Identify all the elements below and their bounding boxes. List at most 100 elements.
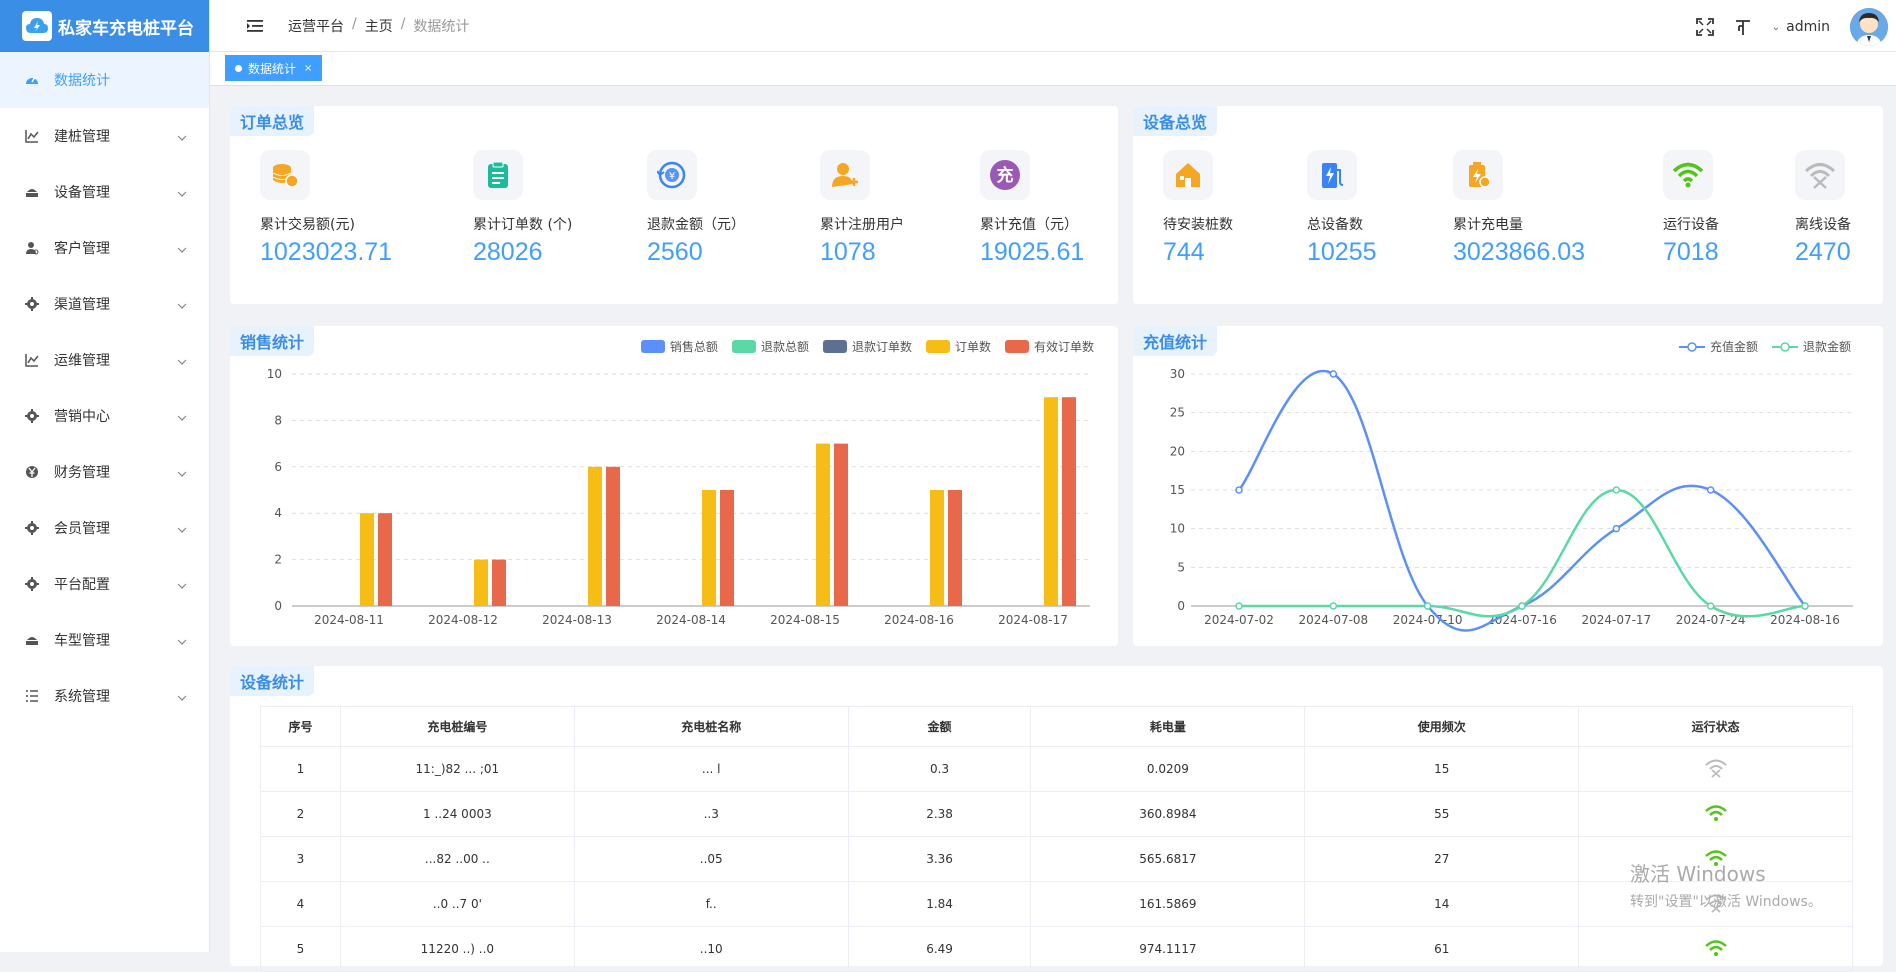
- sidebar-item-label: 车型管理: [54, 633, 110, 649]
- point-1-5[interactable]: [1706, 602, 1715, 610]
- table-row[interactable]: 4 ..0 ..7 0' f.. 1.84 161.5869 14: [260, 881, 1853, 927]
- sidebar-item-label: 系统管理: [54, 689, 110, 705]
- sidebar-item[interactable]: 建桩管理: [0, 108, 209, 164]
- point-0-0[interactable]: [1235, 486, 1243, 494]
- bar-3-5[interactable]: [930, 490, 944, 606]
- cell-amount: 2.38: [847, 791, 1032, 837]
- point-1-1[interactable]: [1329, 602, 1338, 610]
- bar-4-5[interactable]: [948, 490, 962, 606]
- y-tick-label: 0: [274, 599, 282, 613]
- bar-3-0[interactable]: [360, 513, 374, 606]
- x-tick-label: 2024-07-08: [1298, 613, 1368, 627]
- breadcrumb-item[interactable]: 主页: [365, 16, 393, 36]
- point-0-4[interactable]: [1612, 524, 1621, 533]
- breadcrumb-item[interactable]: 运营平台: [288, 16, 344, 36]
- stat-item: 待安装桩数 744: [1163, 150, 1233, 267]
- user-menu[interactable]: ⌄ admin: [1772, 19, 1830, 35]
- x-tick-label: 2024-08-15: [770, 613, 840, 627]
- sidebar-item[interactable]: 运维管理: [0, 332, 209, 388]
- bar-4-4[interactable]: [834, 443, 848, 606]
- bar-4-3[interactable]: [720, 490, 734, 606]
- cell-index: 2: [260, 791, 341, 837]
- tab-dashboard[interactable]: 数据统计 ×: [225, 55, 323, 81]
- y-tick-label: 10: [267, 367, 282, 381]
- clipboard-icon: [473, 150, 523, 200]
- stat-label: 总设备数: [1307, 217, 1363, 233]
- chevron-down-icon: [177, 465, 187, 481]
- user-add-icon: [820, 150, 870, 200]
- bar-3-4[interactable]: [816, 443, 830, 606]
- refund-icon: ¥: [647, 150, 697, 200]
- recharge-chart-card: 充值统计 充值金额 退款金额 0 5 10 15 20 25 30 2024-07-02 2024…: [1133, 326, 1883, 646]
- column-header: 序号: [260, 706, 341, 747]
- cell-code: 1 ..24 0003: [339, 791, 575, 837]
- y-tick-label: 30: [1170, 367, 1185, 381]
- y-tick-label: 0: [1177, 599, 1185, 613]
- sidebar-item[interactable]: 渠道管理: [0, 276, 209, 332]
- sidebar-item-label: 渠道管理: [54, 297, 110, 313]
- bar-3-3[interactable]: [702, 490, 716, 606]
- cell-power: 974.1117: [1030, 926, 1306, 972]
- table-row[interactable]: 5 11220 ..) ..0 ..10 6.49 974.1117 61: [260, 926, 1853, 972]
- device-table-card: 设备统计 序号 充电桩编号 充电桩名称 金额 耗电量 使用频次 运行状态 1 11:_)82 …: [230, 666, 1883, 972]
- point-1-4[interactable]: [1612, 486, 1621, 494]
- gear-icon: [24, 296, 40, 312]
- chevron-down-icon: [177, 633, 187, 649]
- cell-freq: 27: [1304, 836, 1580, 882]
- y-tick-label: 2: [274, 553, 282, 567]
- bar-4-2[interactable]: [606, 466, 620, 606]
- cell-power: 161.5869: [1030, 881, 1306, 927]
- close-icon[interactable]: ×: [304, 63, 312, 74]
- app-logo[interactable]: 私家车充电桩平台: [0, 0, 209, 52]
- sidebar-item[interactable]: 车型管理: [0, 612, 209, 668]
- sidebar-item[interactable]: 系统管理: [0, 668, 209, 724]
- sidebar-item[interactable]: 客户管理: [0, 220, 209, 276]
- cell-index: 5: [260, 926, 341, 972]
- recharge-line-chart: 0 5 10 15 20 25 30 2024-07-02 2024-07-08 2024-07-…: [1170, 367, 1853, 632]
- menu-toggle-icon[interactable]: [246, 17, 264, 35]
- column-header: 运行状态: [1578, 706, 1853, 747]
- stat-label: 退款金额（元）: [647, 217, 745, 233]
- sidebar-item[interactable]: 数据统计: [0, 52, 209, 108]
- x-tick-label: 2024-07-10: [1393, 613, 1463, 627]
- sidebar-item[interactable]: 平台配置: [0, 556, 209, 612]
- cell-amount: 1.84: [847, 881, 1032, 927]
- sidebar-item[interactable]: 财务管理: [0, 444, 209, 500]
- table-row[interactable]: 3 ...82 ..00 .. ..05 3.36 565.6817 27: [260, 836, 1853, 882]
- column-header: 充电桩编号: [339, 706, 575, 747]
- bar-3-2[interactable]: [588, 466, 602, 606]
- stat-label: 累计注册用户: [820, 217, 904, 233]
- bar-3-6[interactable]: [1044, 397, 1058, 606]
- series-line-1: [1239, 488, 1806, 618]
- point-1-3[interactable]: [1518, 602, 1526, 610]
- point-0-5[interactable]: [1706, 486, 1715, 494]
- sidebar-item[interactable]: 设备管理: [0, 164, 209, 220]
- bar-3-1[interactable]: [474, 559, 488, 606]
- recharge-icon: 充: [980, 150, 1030, 200]
- battery-icon: [1453, 150, 1503, 200]
- sidebar-item-label: 数据统计: [54, 73, 110, 89]
- table-row[interactable]: 1 11:_)82 ... ;01... l 0.3 0.0209 15: [260, 746, 1853, 792]
- stat-value: 28026: [473, 238, 543, 266]
- card-title: 设备总览: [1133, 106, 1218, 136]
- font-size-icon[interactable]: [1734, 18, 1752, 36]
- point-0-1[interactable]: [1329, 370, 1338, 378]
- stat-value: 2560: [647, 238, 703, 266]
- bar-4-1[interactable]: [492, 559, 506, 606]
- point-1-0[interactable]: [1235, 602, 1243, 610]
- x-tick-label: 2024-08-16: [1770, 613, 1840, 627]
- fullscreen-icon[interactable]: [1695, 18, 1714, 36]
- bar-4-6[interactable]: [1062, 397, 1076, 606]
- sidebar-item-label: 客户管理: [54, 241, 110, 257]
- bar-4-0[interactable]: [378, 513, 392, 606]
- stat-value: 7018: [1663, 238, 1719, 266]
- avatar[interactable]: [1850, 8, 1888, 46]
- sidebar-item-label: 会员管理: [54, 521, 110, 537]
- table-row[interactable]: 21 ..24 0003 ..3 2.38 360.8984 55: [260, 791, 1853, 837]
- point-1-6[interactable]: [1801, 602, 1809, 610]
- stat-value: 1078: [820, 238, 876, 266]
- gear-icon: [24, 520, 40, 536]
- sidebar-item[interactable]: 营销中心: [0, 388, 209, 444]
- sidebar-item[interactable]: 会员管理: [0, 500, 209, 556]
- point-1-2[interactable]: [1423, 602, 1432, 610]
